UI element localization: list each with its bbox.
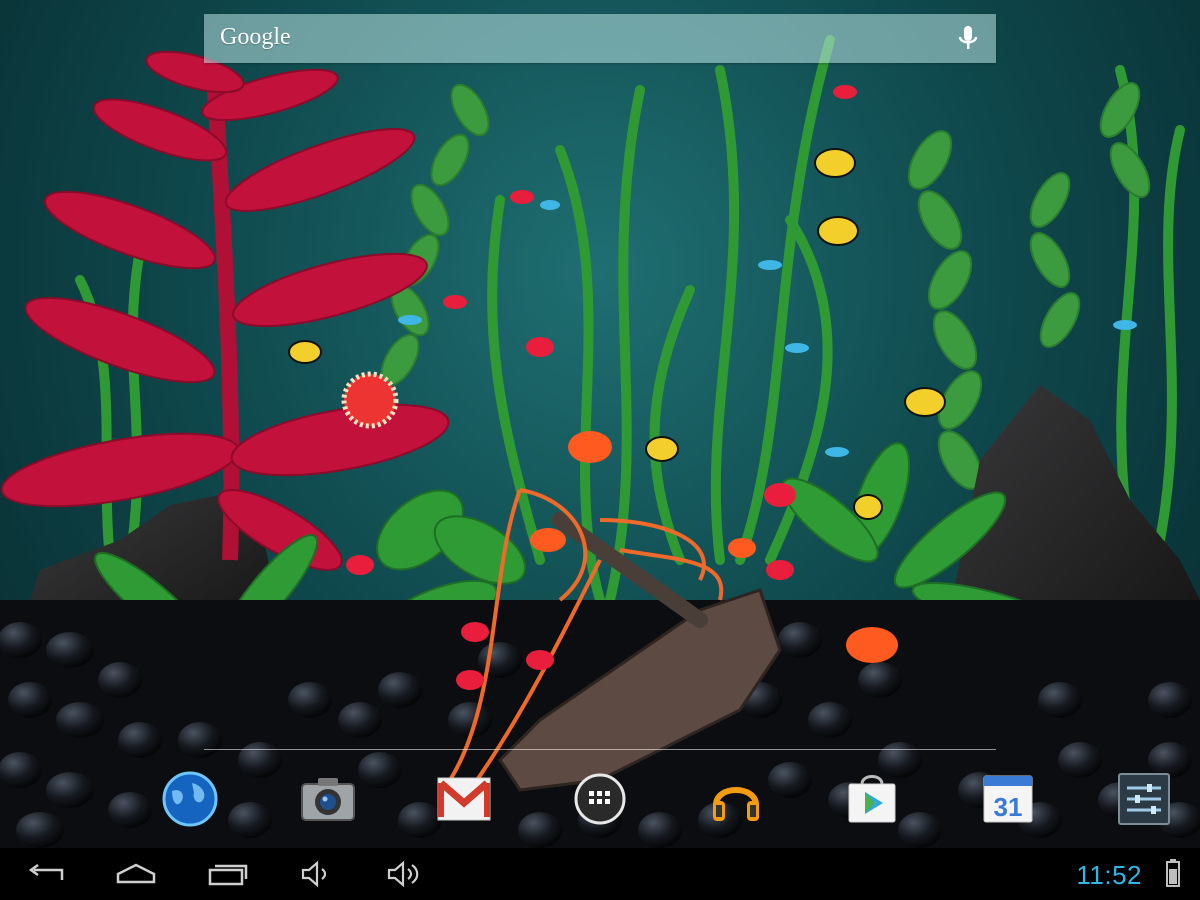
- volume-down-icon[interactable]: [296, 858, 336, 890]
- camera-icon[interactable]: [298, 768, 358, 830]
- aquarium-wallpaper: [0, 0, 1200, 848]
- clock: 11:52: [1076, 860, 1142, 890]
- aquarium-scene: [0, 35, 1200, 848]
- back-icon[interactable]: [22, 858, 70, 890]
- play-store-icon[interactable]: [842, 768, 902, 830]
- gmail-icon[interactable]: [434, 768, 494, 830]
- dock-divider: [204, 749, 996, 750]
- volume-up-icon[interactable]: [384, 858, 424, 890]
- app-drawer-icon[interactable]: [570, 768, 630, 830]
- dock: 31: [150, 768, 1200, 834]
- calendar-icon[interactable]: 31: [978, 768, 1038, 830]
- recent-apps-icon[interactable]: [204, 858, 252, 890]
- calendar-date: 31: [994, 792, 1023, 822]
- navigation-bar: 11:52: [0, 848, 1200, 900]
- home-icon[interactable]: [112, 858, 160, 890]
- settings-icon[interactable]: [1114, 768, 1174, 830]
- google-search-bar[interactable]: Google: [204, 14, 996, 63]
- mic-icon[interactable]: [954, 23, 982, 55]
- red-plant: [0, 50, 450, 571]
- red-flower: [341, 371, 399, 429]
- battery-icon: [1166, 859, 1180, 892]
- google-logo: Google: [220, 24, 291, 50]
- play-music-headphones-icon[interactable]: [706, 768, 766, 830]
- browser-globe-icon[interactable]: [160, 768, 220, 830]
